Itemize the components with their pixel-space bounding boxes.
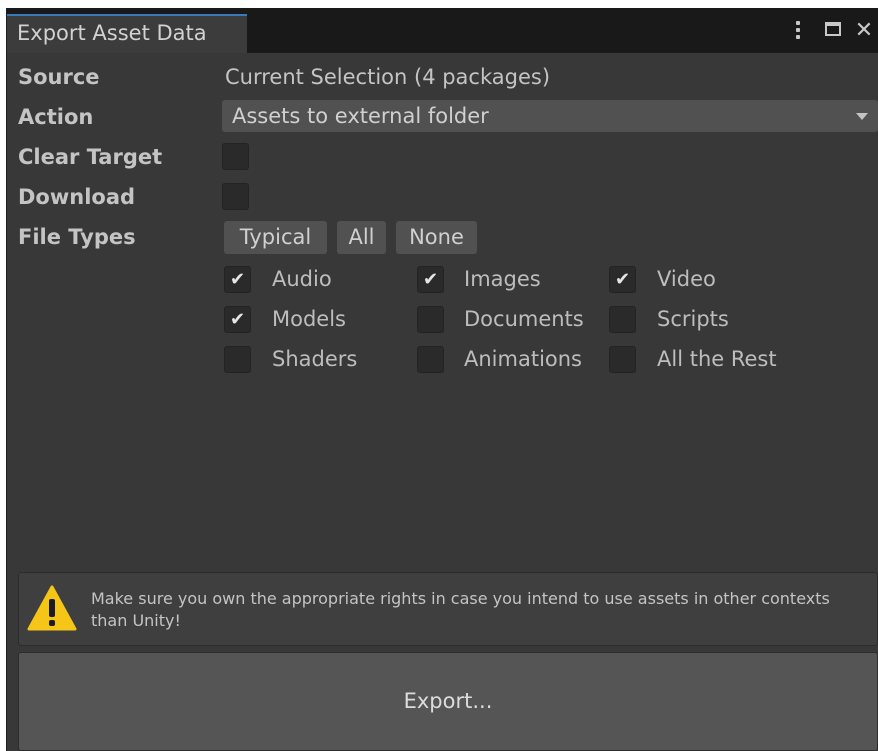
none-preset-button[interactable]: None <box>396 221 477 254</box>
models-label: Models <box>272 307 346 331</box>
warning-message: Make sure you own the appropriate rights… <box>91 589 830 630</box>
tab-bar: Export Asset Data ✕ <box>7 8 878 53</box>
audio-label: Audio <box>272 267 332 291</box>
animations-label: Animations <box>464 347 583 371</box>
video-label: Video <box>657 267 716 291</box>
maximize-icon[interactable] <box>822 18 844 44</box>
export-asset-data-window: Export Asset Data ✕ Source Current Selec… <box>6 8 878 751</box>
clear-target-label: Clear Target <box>18 145 163 169</box>
documents-checkbox[interactable] <box>417 306 444 333</box>
download-checkbox[interactable] <box>222 183 249 210</box>
video-checkbox[interactable] <box>609 266 636 293</box>
models-checkbox[interactable] <box>224 306 251 333</box>
download-label: Download <box>18 185 136 209</box>
dropdown-arrow-icon <box>856 113 868 120</box>
file-types-label: File Types <box>18 225 136 249</box>
warning-helpbox: Make sure you own the appropriate rights… <box>18 572 878 646</box>
action-dropdown-value: Assets to external folder <box>232 104 489 128</box>
clear-target-checkbox[interactable] <box>222 143 249 170</box>
warning-triangle-icon <box>27 585 77 631</box>
action-dropdown[interactable]: Assets to external folder <box>222 100 878 132</box>
action-label: Action <box>18 105 94 129</box>
documents-label: Documents <box>464 307 584 331</box>
all-the-rest-checkbox[interactable] <box>609 346 636 373</box>
source-label: Source <box>18 65 100 89</box>
more-options-icon[interactable] <box>790 18 806 44</box>
shaders-checkbox[interactable] <box>224 346 251 373</box>
export-button[interactable]: Export... <box>18 652 878 751</box>
images-label: Images <box>464 267 541 291</box>
all-the-rest-label: All the Rest <box>657 347 777 371</box>
shaders-label: Shaders <box>272 347 358 371</box>
all-preset-button[interactable]: All <box>337 221 386 254</box>
typical-preset-button[interactable]: Typical <box>224 221 327 254</box>
scripts-label: Scripts <box>657 307 729 331</box>
animations-checkbox[interactable] <box>417 346 444 373</box>
audio-checkbox[interactable] <box>224 266 251 293</box>
source-value: Current Selection (4 packages) <box>225 65 551 89</box>
close-icon[interactable]: ✕ <box>853 18 875 44</box>
scripts-checkbox[interactable] <box>609 306 636 333</box>
tab-export-asset-data[interactable]: Export Asset Data <box>7 14 247 53</box>
images-checkbox[interactable] <box>417 266 444 293</box>
